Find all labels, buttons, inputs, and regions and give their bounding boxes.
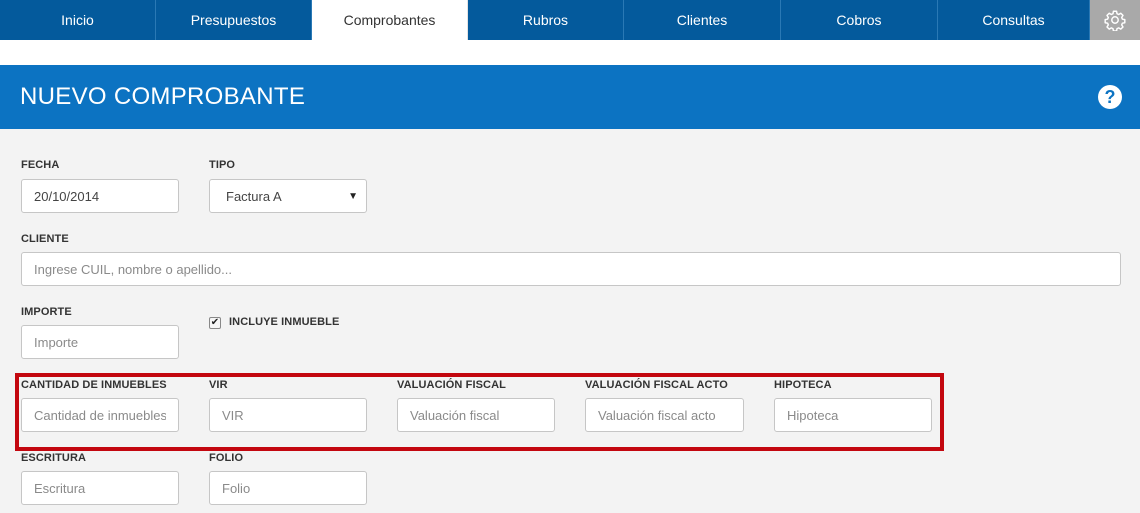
escritura-label: ESCRITURA: [21, 452, 87, 464]
hipoteca-input[interactable]: [774, 398, 932, 432]
tab-label: Clientes: [676, 12, 728, 28]
fecha-input[interactable]: [21, 179, 179, 213]
cantidad-inmuebles-label: CANTIDAD DE INMUEBLES: [21, 379, 167, 391]
escritura-input[interactable]: [21, 471, 179, 505]
checkmark-icon: ✔: [210, 317, 220, 328]
tab-label: Comprobantes: [343, 12, 436, 28]
importe-label: IMPORTE: [21, 306, 72, 318]
gear-icon: [1104, 10, 1126, 31]
tipo-select[interactable]: Factura A ▼: [209, 179, 367, 213]
tab-rubros[interactable]: Rubros: [468, 0, 624, 40]
tipo-label: TIPO: [209, 159, 236, 171]
valuacion-fiscal-acto-label: VALUACIÓN FISCAL ACTO: [585, 379, 728, 391]
valuacion-fiscal-acto-input[interactable]: [585, 398, 744, 432]
tab-label: Rubros: [522, 12, 569, 28]
tab-comprobantes[interactable]: Comprobantes: [312, 0, 468, 40]
new-invoice-form: FECHA TIPO Factura A ▼ CLIENTE IMPORTE ✔…: [0, 129, 1140, 513]
tab-presupuestos[interactable]: Presupuestos: [156, 0, 312, 40]
hipoteca-label: HIPOTECA: [774, 379, 832, 391]
incluye-inmueble-label: INCLUYE INMUEBLE: [229, 316, 340, 328]
valuacion-fiscal-input[interactable]: [397, 398, 555, 432]
tab-label: Inicio: [61, 12, 94, 28]
vir-input[interactable]: [209, 398, 367, 432]
page-title: NUEVO COMPROBANTE: [20, 83, 306, 110]
tab-cobros[interactable]: Cobros: [781, 0, 938, 40]
valuacion-fiscal-label: VALUACIÓN FISCAL: [397, 379, 506, 391]
tab-inicio[interactable]: Inicio: [0, 0, 156, 40]
page-header: NUEVO COMPROBANTE ?: [0, 65, 1140, 129]
folio-label: FOLIO: [209, 452, 244, 464]
settings-button[interactable]: [1090, 0, 1140, 40]
tipo-selected-value: Factura A: [226, 188, 282, 204]
importe-input[interactable]: [21, 325, 179, 359]
tab-label: Consultas: [982, 12, 1045, 28]
folio-input[interactable]: [209, 471, 367, 505]
tab-label: Cobros: [836, 12, 882, 28]
fecha-label: FECHA: [21, 159, 60, 171]
help-icon[interactable]: ?: [1098, 85, 1122, 109]
caret-down-icon: ▼: [348, 190, 358, 202]
cliente-input[interactable]: [21, 252, 1121, 286]
vir-label: VIR: [209, 379, 228, 391]
cliente-label: CLIENTE: [21, 233, 69, 245]
tab-clientes[interactable]: Clientes: [624, 0, 781, 40]
tab-consultas[interactable]: Consultas: [938, 0, 1090, 40]
tab-label: Presupuestos: [190, 12, 277, 28]
incluye-inmueble-checkbox[interactable]: ✔: [209, 317, 221, 329]
cantidad-inmuebles-input[interactable]: [21, 398, 179, 432]
top-nav: Inicio Presupuestos Comprobantes Rubros …: [0, 0, 1140, 40]
